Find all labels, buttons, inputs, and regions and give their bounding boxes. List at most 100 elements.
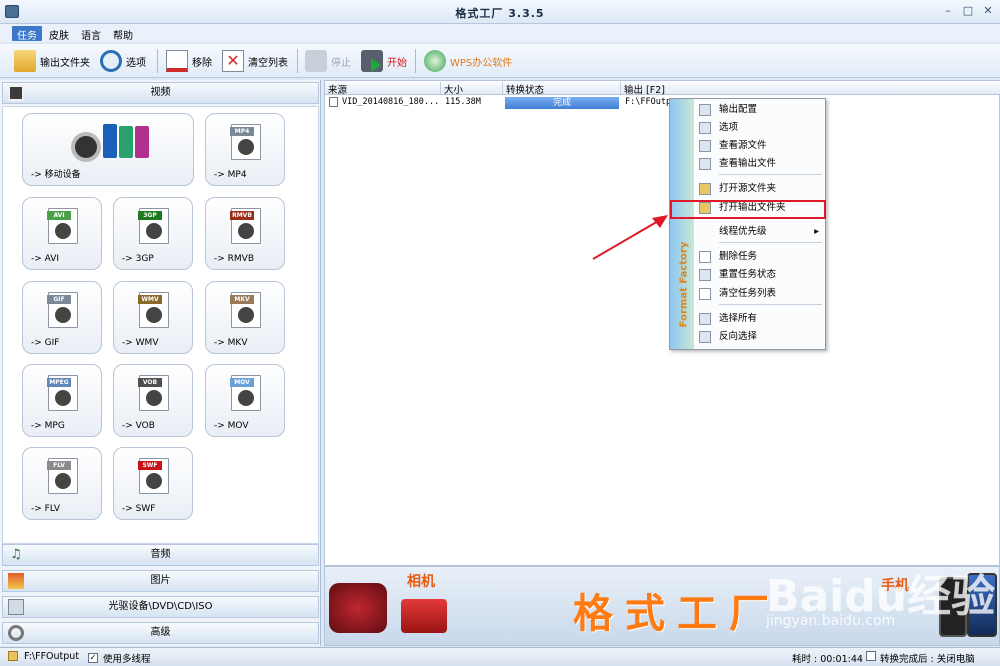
context-item-select-all[interactable]: 选择所有 [695,310,823,328]
format-tag: MPEG [47,378,71,387]
context-item-open-source-folder[interactable]: 打开源文件夹 [695,180,823,198]
category-video[interactable]: 视频 [2,82,319,104]
category-audio[interactable]: ♫ 音频 [2,544,319,566]
table-row[interactable]: VID_20140816_180... 115.38M 完成 F:\FFOutp [325,96,1000,110]
context-menu-brand-strip: Format Factory [670,99,694,349]
banner-title: 格式工厂 [573,591,781,637]
tile-mov[interactable]: MOV -> MOV [205,364,285,437]
drive-icon [8,599,24,615]
context-item-options[interactable]: 选项 [695,119,823,137]
tile-swf[interactable]: SWF -> SWF [113,447,193,520]
context-item-label: 查看源文件 [719,140,767,151]
output-path[interactable]: F:\FFOutput [24,651,79,662]
tile-vob[interactable]: VOB -> VOB [113,364,193,437]
start-button[interactable]: 开始 [361,47,407,75]
tile-mkv[interactable]: MKV -> MKV [205,281,285,354]
window-title: 格式工厂 3.3.5 [455,7,545,20]
delete-task-icon [699,251,711,263]
category-advanced[interactable]: 高级 [2,622,319,644]
tile-label: -> 移动设备 [31,170,81,180]
picture-icon [8,573,24,589]
tile-rmvb[interactable]: RMVB -> RMVB [205,197,285,270]
format-tag: WMV [138,295,162,304]
context-item-view-source[interactable]: 查看源文件 [695,137,823,155]
context-item-delete-task[interactable]: 删除任务 [695,248,823,266]
output-config-icon [699,104,711,116]
close-button[interactable]: ✕ [980,4,996,18]
context-item-output-config[interactable]: 输出配置 [695,101,823,119]
format-tag: RMVB [230,211,254,220]
mobile-devices-icon [71,124,153,164]
stop-icon [305,50,327,72]
multithread-checkbox[interactable]: ✓ [88,651,98,663]
output-folder-button[interactable]: 输出文件夹 [14,47,90,75]
after-done-checkbox[interactable] [866,651,876,663]
remove-button[interactable]: 移除 [166,47,212,75]
mp4-file-icon: MP4 [230,124,261,160]
rmvb-file-icon: RMVB [230,208,261,244]
wps-button[interactable]: WPS办公软件 [424,47,512,75]
menu-skin[interactable]: 皮肤 [44,26,74,42]
tile-mobile[interactable]: -> 移动设备 [22,113,194,186]
tile-label: -> MPG [31,421,65,431]
avi-file-icon: AVI [47,208,78,244]
col-source[interactable]: 来源 [325,82,441,96]
menu-task[interactable]: 任务 [12,26,42,42]
context-item-reset-task[interactable]: 重置任务状态 [695,266,823,284]
menu-separator [719,174,822,175]
remove-icon [166,50,188,72]
row-size: 115.38M [445,97,481,107]
tile-wmv[interactable]: WMV -> WMV [113,281,193,354]
context-menu-brand: Format Factory [678,241,690,328]
tile-mp4[interactable]: MP4 -> MP4 [205,113,285,186]
video-file-icon [329,97,338,107]
menu-help[interactable]: 帮助 [108,26,138,42]
view-output-icon [699,158,711,170]
col-size[interactable]: 大小 [441,82,503,96]
context-item-view-output[interactable]: 查看输出文件 [695,155,823,173]
multithread-label: 使用多线程 [103,654,151,665]
task-table: 来源 大小 转换状态 输出 [F2] VID_20140816_180... 1… [324,80,1000,566]
stop-button[interactable]: 停止 [305,47,351,75]
vob-file-icon: VOB [138,375,169,411]
col-status[interactable]: 转换状态 [503,82,621,96]
col-output[interactable]: 输出 [F2] [621,82,1000,96]
tile-3gp[interactable]: 3GP -> 3GP [113,197,193,270]
clear-list-button[interactable]: ✕ 清空列表 [222,47,288,75]
open-source-folder-icon [699,183,711,195]
row-status: 完成 [505,97,619,109]
format-tag: MOV [230,378,254,387]
menu-language[interactable]: 语言 [76,26,106,42]
camera-label: 相机 [407,574,435,590]
options-button[interactable]: 选项 [100,47,146,75]
gif-file-icon: GIF [47,292,78,328]
context-item-label: 选择所有 [719,313,758,324]
invert-selection-icon [699,331,711,343]
maximize-button[interactable]: □ [960,4,976,18]
context-item-label: 输出配置 [719,104,758,115]
tile-avi[interactable]: AVI -> AVI [22,197,102,270]
tile-gif[interactable]: GIF -> GIF [22,281,102,354]
status-bar: F:\FFOutput ✓ 使用多线程 耗时 : 00:01:44 转换完成后 … [0,647,1000,666]
baidu-watermark-url: jingyan.baidu.com [766,613,896,629]
view-source-icon [699,140,711,152]
context-item-thread-priority[interactable]: 线程优先级 ▸ [695,223,823,241]
context-item-label: 选项 [719,122,739,133]
tile-flv[interactable]: FLV -> FLV [22,447,102,520]
tile-label: -> VOB [122,421,155,431]
context-item-invert-selection[interactable]: 反向选择 [695,328,823,346]
tile-mpeg[interactable]: MPEG -> MPG [22,364,102,437]
category-rom[interactable]: 光驱设备\DVD\CD\ISO [2,596,319,618]
context-item-clear-task-list[interactable]: 清空任务列表 [695,285,823,303]
minimize-button[interactable]: – [940,4,956,18]
format-tag: FLV [47,461,71,470]
menu-bar: 任务 皮肤 语言 帮助 [0,24,1000,42]
format-tag: MKV [230,295,254,304]
3gp-file-icon: 3GP [138,208,169,244]
select-all-icon [699,313,711,325]
reset-task-icon [699,269,711,281]
context-item-label: 删除任务 [719,251,758,262]
tile-label: -> GIF [31,338,60,348]
format-tag: MP4 [230,127,254,136]
category-picture[interactable]: 图片 [2,570,319,592]
